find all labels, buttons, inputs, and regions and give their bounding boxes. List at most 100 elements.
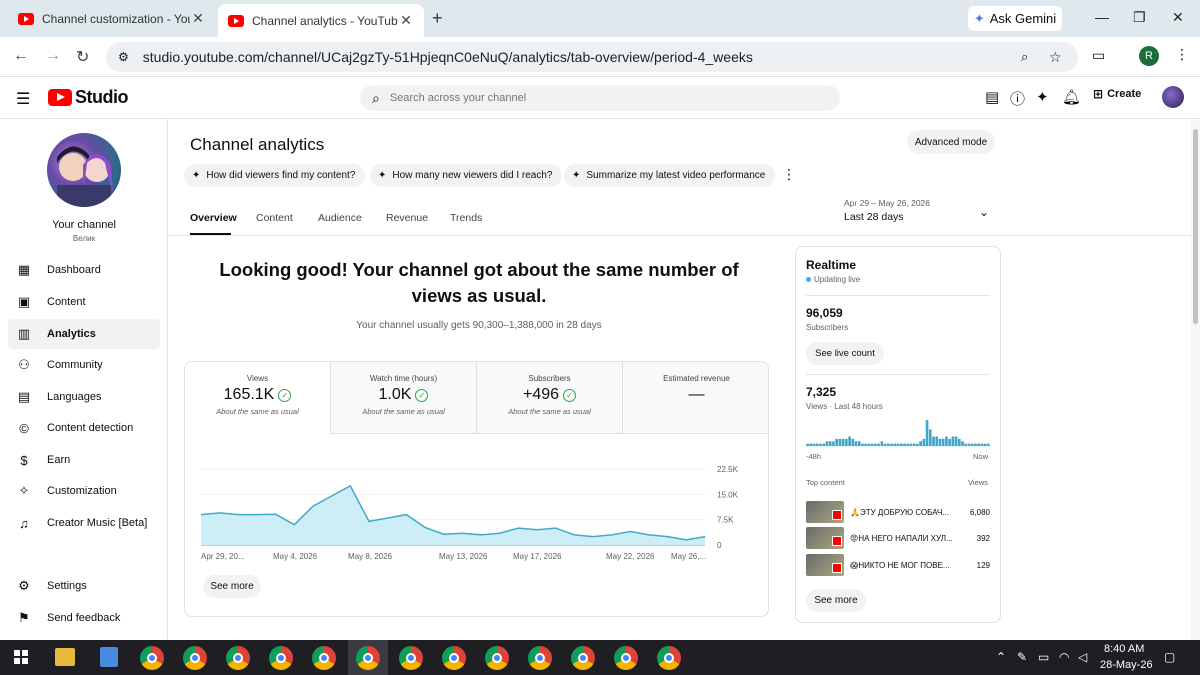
chrome-app-icon[interactable] <box>269 646 293 670</box>
sparkle-icon[interactable]: ✦ <box>1036 88 1049 106</box>
realtime-bar[interactable] <box>854 441 858 446</box>
page-scrollbar[interactable] <box>1191 119 1200 640</box>
realtime-bar[interactable] <box>903 443 906 446</box>
realtime-bar[interactable] <box>922 438 926 446</box>
url-text[interactable]: studio.youtube.com/channel/UCaj2gzTy-51H… <box>143 49 753 65</box>
help-icon[interactable]: ⓘ <box>1010 88 1025 109</box>
realtime-bar[interactable] <box>822 443 826 446</box>
chip-new-viewers[interactable]: ✦ How many new viewers did I reach? <box>370 164 563 187</box>
chip-summarize-video[interactable]: ✦ Summarize my latest video performance <box>564 164 776 187</box>
realtime-bar[interactable] <box>896 443 900 446</box>
realtime-bar[interactable] <box>935 436 939 446</box>
tab-content[interactable]: Content <box>256 212 293 224</box>
new-tab-icon[interactable]: + <box>432 8 443 29</box>
sidebar-item-languages[interactable]: ▤ Languages <box>8 382 160 412</box>
windows-start-icon[interactable] <box>14 650 28 664</box>
realtime-bar[interactable] <box>919 441 922 446</box>
realtime-bar[interactable] <box>887 443 890 446</box>
realtime-bar[interactable] <box>970 443 974 446</box>
realtime-bar[interactable] <box>851 438 855 446</box>
reading-list-icon[interactable]: ▭ <box>1092 47 1105 64</box>
realtime-bar[interactable] <box>932 436 935 446</box>
sidebar-item-settings[interactable]: ⚙ Settings <box>8 571 160 601</box>
chrome-app-icon[interactable] <box>485 646 509 670</box>
realtime-bar[interactable] <box>961 441 964 446</box>
battery-icon[interactable]: ▭ <box>1038 650 1049 664</box>
volume-icon[interactable]: ◁ <box>1078 650 1087 664</box>
scrollbar-thumb[interactable] <box>1193 129 1198 324</box>
realtime-bar[interactable] <box>909 443 913 446</box>
sidebar-item-dashboard[interactable]: ▦ Dashboard <box>8 255 160 285</box>
realtime-bar[interactable] <box>812 443 816 446</box>
tab-trends[interactable]: Trends <box>450 212 482 224</box>
realtime-bar[interactable] <box>938 438 942 446</box>
pen-icon[interactable]: ✎ <box>1017 650 1027 664</box>
realtime-bar[interactable] <box>954 436 958 446</box>
realtime-bar[interactable] <box>987 443 990 446</box>
realtime-bar[interactable] <box>916 443 919 446</box>
realtime-see-more-button[interactable]: See more <box>806 589 866 612</box>
metric-watch-time[interactable]: Watch time (hours) 1.0K ✓ About the same … <box>331 362 477 434</box>
tab-overview[interactable]: Overview <box>190 212 237 224</box>
realtime-bar[interactable] <box>899 443 903 446</box>
tab-audience[interactable]: Audience <box>318 212 362 224</box>
zoom-icon[interactable]: ⌕ <box>1021 49 1028 65</box>
chip-viewer-sources[interactable]: ✦ How did viewers find my content? <box>184 164 366 187</box>
notifications-icon[interactable]: 🔔︎ <box>1062 88 1081 106</box>
sidebar-item-send-feedback[interactable]: ⚑ Send feedback <box>8 603 160 633</box>
realtime-bar[interactable] <box>838 438 842 446</box>
sidebar-item-analytics[interactable]: ▥ Analytics <box>8 319 160 349</box>
search-input[interactable] <box>389 92 790 104</box>
realtime-bar[interactable] <box>867 443 871 446</box>
realtime-bar[interactable] <box>835 438 838 446</box>
date-period-label[interactable]: Last 28 days <box>844 211 904 223</box>
realtime-bar[interactable] <box>806 443 809 446</box>
top-content-item[interactable]: 😡НА НЕГО НАПАЛИ ХУЛ... 392 <box>806 527 990 549</box>
channel-avatar[interactable] <box>47 133 121 207</box>
realtime-bar[interactable] <box>828 441 832 446</box>
advanced-mode-button[interactable]: Advanced mode <box>907 130 995 154</box>
realtime-bar[interactable] <box>825 441 829 446</box>
realtime-bar[interactable] <box>880 441 884 446</box>
realtime-bar[interactable] <box>980 443 984 446</box>
wifi-icon[interactable]: ◠ <box>1059 650 1069 664</box>
file-explorer-icon[interactable] <box>55 648 75 666</box>
studio-logo[interactable]: Studio <box>48 87 129 108</box>
sidebar-item-content[interactable]: ▣ Content <box>8 287 160 317</box>
realtime-bar[interactable] <box>928 429 932 446</box>
hamburger-menu-icon[interactable]: ☰ <box>16 89 30 109</box>
chevron-up-icon[interactable]: ⌃ <box>996 650 1006 664</box>
chrome-app-icon[interactable] <box>312 646 336 670</box>
chrome-app-icon[interactable] <box>657 646 681 670</box>
realtime-bar[interactable] <box>974 443 977 446</box>
close-icon[interactable]: ✕ <box>398 12 414 29</box>
realtime-bar[interactable] <box>964 443 968 446</box>
realtime-bar[interactable] <box>845 438 848 446</box>
create-button[interactable]: ⊞ Create <box>1093 87 1141 101</box>
realtime-bar[interactable] <box>815 443 819 446</box>
browser-tab-customization[interactable]: Channel customization - YouTu ✕ <box>8 4 216 33</box>
realtime-bar[interactable] <box>864 443 868 446</box>
realtime-bar[interactable] <box>948 438 951 446</box>
see-more-button[interactable]: See more <box>203 575 261 598</box>
bookmark-star-icon[interactable]: ☆ <box>1049 49 1062 66</box>
search-bar[interactable]: ⌕ <box>360 85 840 111</box>
clock-date[interactable]: 28-May-26 <box>1100 659 1153 671</box>
chrome-app-icon[interactable] <box>356 646 380 670</box>
sidebar-item-creator-music[interactable]: ♫ Creator Music [Beta] <box>8 508 160 538</box>
chevron-down-icon[interactable]: ⌄ <box>979 205 989 219</box>
realtime-bar[interactable] <box>841 438 845 446</box>
realtime-bar[interactable] <box>925 420 929 446</box>
realtime-bar[interactable] <box>967 443 971 446</box>
top-content-item[interactable]: 🙏ЭТУ ДОБРУЮ СОБАЧ... 6,080 <box>806 501 990 523</box>
metric-revenue[interactable]: Estimated revenue — <box>623 362 768 434</box>
clock-time[interactable]: 8:40 AM <box>1104 643 1144 655</box>
see-live-count-button[interactable]: See live count <box>806 342 884 365</box>
close-icon[interactable]: ✕ <box>190 10 206 27</box>
notification-center-icon[interactable]: ▢ <box>1164 650 1175 664</box>
browser-tab-analytics[interactable]: Channel analytics - YouTube St ✕ <box>218 4 424 37</box>
chrome-app-icon[interactable] <box>614 646 638 670</box>
realtime-bar[interactable] <box>861 443 864 446</box>
metric-subscribers[interactable]: Subscribers +496 ✓ About the same as usua… <box>477 362 623 434</box>
chrome-app-icon[interactable] <box>442 646 466 670</box>
